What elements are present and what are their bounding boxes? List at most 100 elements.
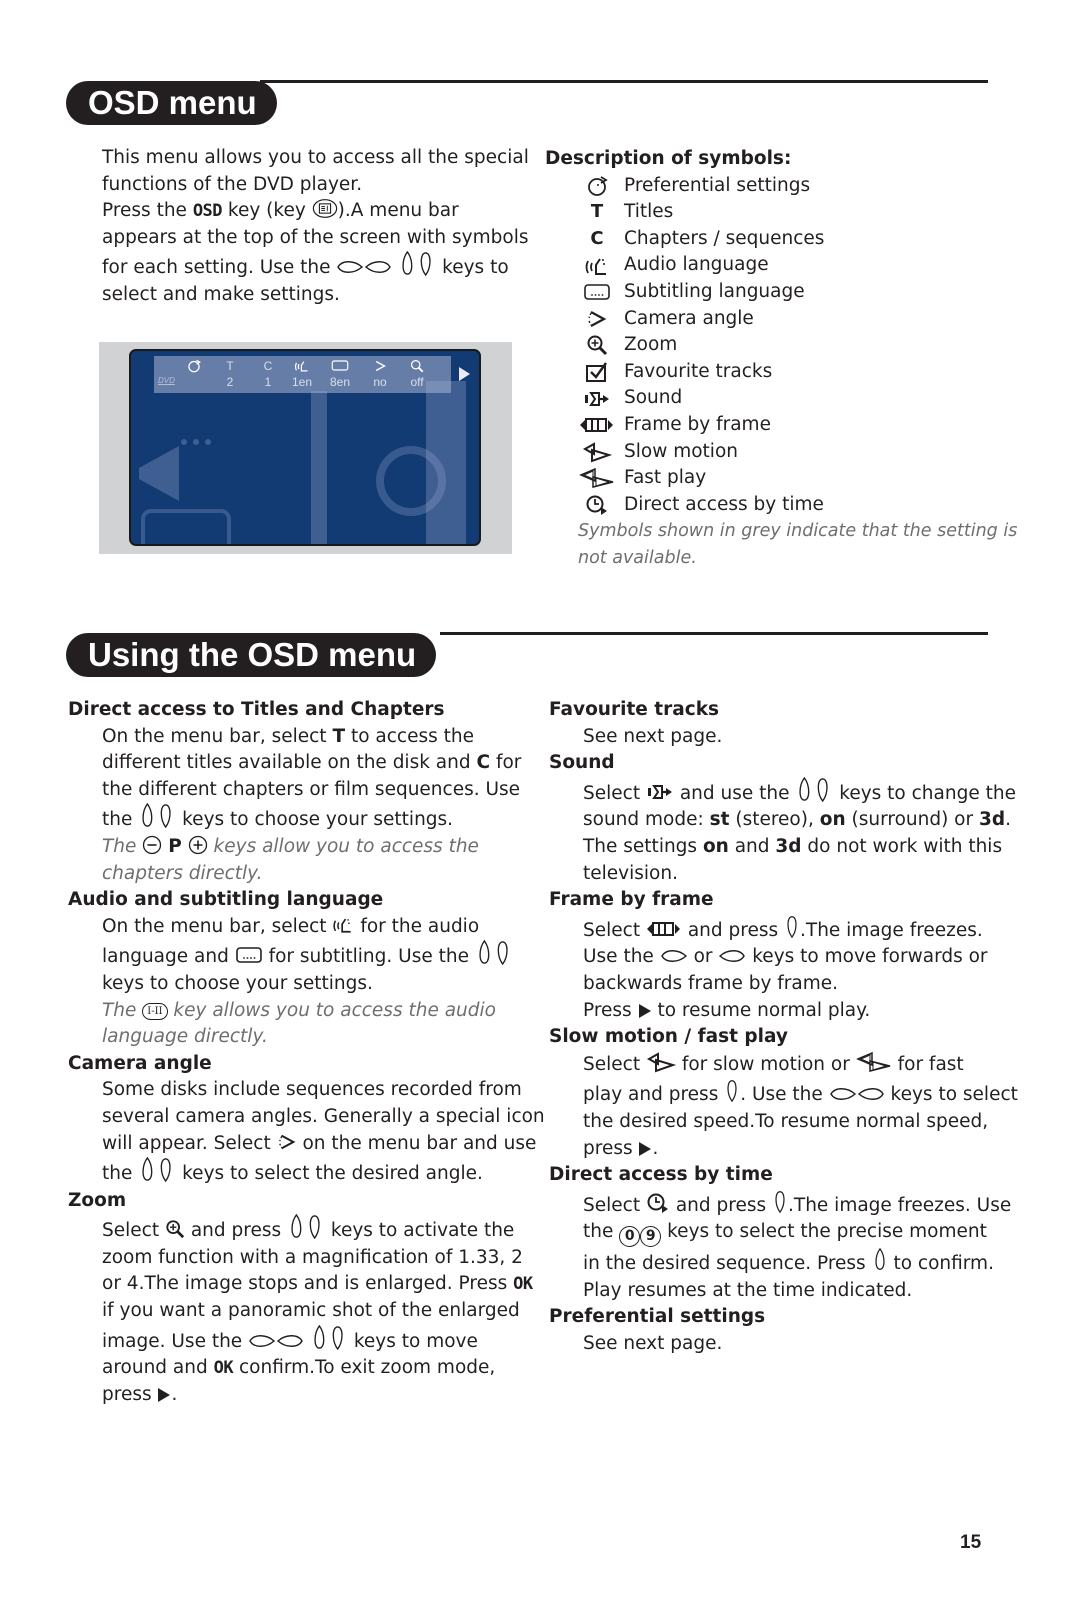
body-line: the different chapters or film sequences…: [102, 778, 521, 800]
up-down-keys-icon: [475, 940, 513, 965]
preferential-settings-icon: [188, 359, 201, 373]
left-key-icon: [660, 947, 688, 965]
titles-icon: T: [590, 201, 604, 223]
right-column: Favourite tracks See next page. Sound Se…: [549, 697, 1018, 1358]
body-line: zoom function with a magnification of 1.…: [102, 1246, 523, 1268]
body-line: Select and press .The image freezes.: [583, 914, 1018, 945]
symbol-row: Slow motion: [572, 439, 1017, 466]
osd-bar-item: off: [397, 356, 437, 390]
chapters-icon: C: [590, 227, 604, 249]
symbol-row: Fast play: [572, 465, 1017, 492]
body-line: sound mode: st (stereo), on (surround) o…: [583, 809, 1011, 831]
symbol-row: T Titles: [572, 199, 1017, 226]
symbol-row: Camera angle: [572, 306, 1017, 333]
subsection-heading: Direct access to Titles and Chapters: [68, 699, 445, 720]
tv-decoration: [205, 439, 211, 445]
body-line: around and OK confirm.To exit zoom mode,: [102, 1357, 496, 1379]
subsection-heading: Zoom: [68, 1189, 127, 1211]
section-rule: [440, 632, 988, 635]
sound-icon: [646, 782, 674, 802]
frame-by-frame-icon: [572, 415, 622, 435]
ok-key-label: OK: [513, 1274, 533, 1295]
symbol-row: Audio language: [572, 252, 1017, 279]
grey-symbols-note: not available.: [578, 547, 697, 568]
section-header-using-osd: Using the OSD menu: [0, 632, 1080, 682]
subtitle-icon: [572, 282, 622, 302]
symbol-row: Favourite tracks: [572, 359, 1017, 386]
up-down-keys-icon: [138, 1157, 176, 1182]
tv-decoration: [139, 446, 179, 501]
intro-line: This menu allows you to access all the s…: [102, 147, 529, 168]
zoom-icon: [572, 334, 622, 356]
body-line: press .: [583, 1137, 659, 1159]
body-line: On the menu bar, select T to access the: [102, 725, 474, 747]
ok-key-label: OK: [213, 1358, 234, 1379]
audio-key-icon: I-II: [142, 1002, 168, 1020]
audio-language-icon: [332, 915, 354, 935]
subsection-heading: Camera angle: [68, 1052, 212, 1074]
subsection-heading: Slow motion / fast play: [549, 1026, 788, 1048]
tv-decoration: [181, 439, 187, 445]
tv-decoration: [193, 439, 199, 445]
osd-menu-bar: DVD T2 C1 1en 8en no off: [154, 356, 451, 393]
down-key-icon: [724, 1078, 740, 1103]
body-line: Select and use the keys to change the: [583, 777, 1018, 808]
section-header-osd-menu: OSD menu: [0, 80, 1080, 130]
play-arrow-icon: [459, 367, 470, 381]
symbol-row: Zoom: [572, 332, 1017, 359]
fast-play-icon: [572, 467, 622, 489]
tv-screen-illustration: DVD T2 C1 1en 8en no off: [99, 342, 512, 554]
subtitle-icon: [235, 945, 263, 965]
zoom-icon: [410, 359, 424, 373]
note-line: language directly.: [102, 1026, 268, 1048]
direct-access-time-icon: [572, 494, 622, 516]
intro-line: for each setting. Use the keys to: [102, 251, 529, 282]
symbol-row: Subtitling language: [572, 279, 1017, 306]
frame-by-frame-icon: [646, 919, 682, 939]
body-line: will appear. Select on the menu bar and …: [102, 1132, 537, 1154]
intro-line: functions of the DVD player.: [102, 173, 363, 195]
intro-line: Press the OSD key (key ).A menu bar: [102, 200, 459, 222]
symbols-heading: Description of symbols:: [545, 148, 792, 169]
up-down-keys-icon: [795, 777, 833, 802]
grey-symbols-note: Symbols shown in grey indicate that the …: [578, 521, 1018, 542]
subsection-heading: Favourite tracks: [549, 699, 720, 720]
up-down-keys-icon: [310, 1325, 348, 1350]
camera-angle-icon: [277, 1132, 297, 1152]
body-line: The settings on and 3d do not work with …: [583, 835, 1003, 857]
body-line: if you want a panoramic shot of the enla…: [102, 1300, 520, 1322]
intro-line: appears at the top of the screen with sy…: [102, 226, 529, 248]
body-line: the 09 keys to select the precise moment: [583, 1219, 1018, 1248]
tv-screen: DVD T2 C1 1en 8en no off: [129, 349, 481, 546]
fast-play-icon: [856, 1051, 892, 1073]
body-line: or 4.The image stops and is enlarged. Pr…: [102, 1273, 533, 1295]
slow-motion-icon: [646, 1051, 676, 1073]
osd-bar-item: 1en: [282, 356, 322, 390]
preferential-settings-icon: [572, 175, 622, 197]
body-line: keys to choose your settings.: [102, 972, 373, 994]
body-line: in the desired sequence. Press to confir…: [583, 1247, 1018, 1278]
left-right-keys-icon: [336, 258, 392, 276]
subsection-heading: Sound: [549, 752, 615, 774]
right-key-icon: [718, 947, 746, 965]
camera-angle-icon: [375, 360, 386, 372]
body-line: play and press . Use the keys to select: [583, 1078, 1018, 1109]
subsection-heading: Frame by frame: [549, 889, 714, 911]
left-right-keys-icon: [248, 1332, 304, 1350]
section-title: Using the OSD menu: [66, 633, 437, 677]
up-down-keys-icon: [398, 251, 436, 276]
body-line: backwards frame by frame.: [583, 972, 839, 994]
body-line: On the menu bar, select for the audio: [102, 915, 480, 937]
subsection-heading: Preferential settings: [549, 1306, 766, 1328]
digit-0-key-icon: 0: [619, 1226, 641, 1248]
body-line: the keys to choose your settings.: [102, 803, 545, 834]
left-column: Direct access to Titles and Chapters On …: [68, 697, 545, 1408]
symbol-row: C Chapters / sequences: [572, 226, 1017, 253]
zoom-icon: [165, 1219, 185, 1239]
body-line: Play resumes at the time indicated.: [583, 1279, 913, 1301]
page-number: 15: [960, 1532, 982, 1553]
body-line: Select and press .The image freezes. Use: [583, 1189, 1018, 1220]
play-icon: [638, 1141, 652, 1157]
osd-bar-item: T2: [226, 359, 234, 389]
osd-key-label: OSD: [192, 201, 223, 222]
